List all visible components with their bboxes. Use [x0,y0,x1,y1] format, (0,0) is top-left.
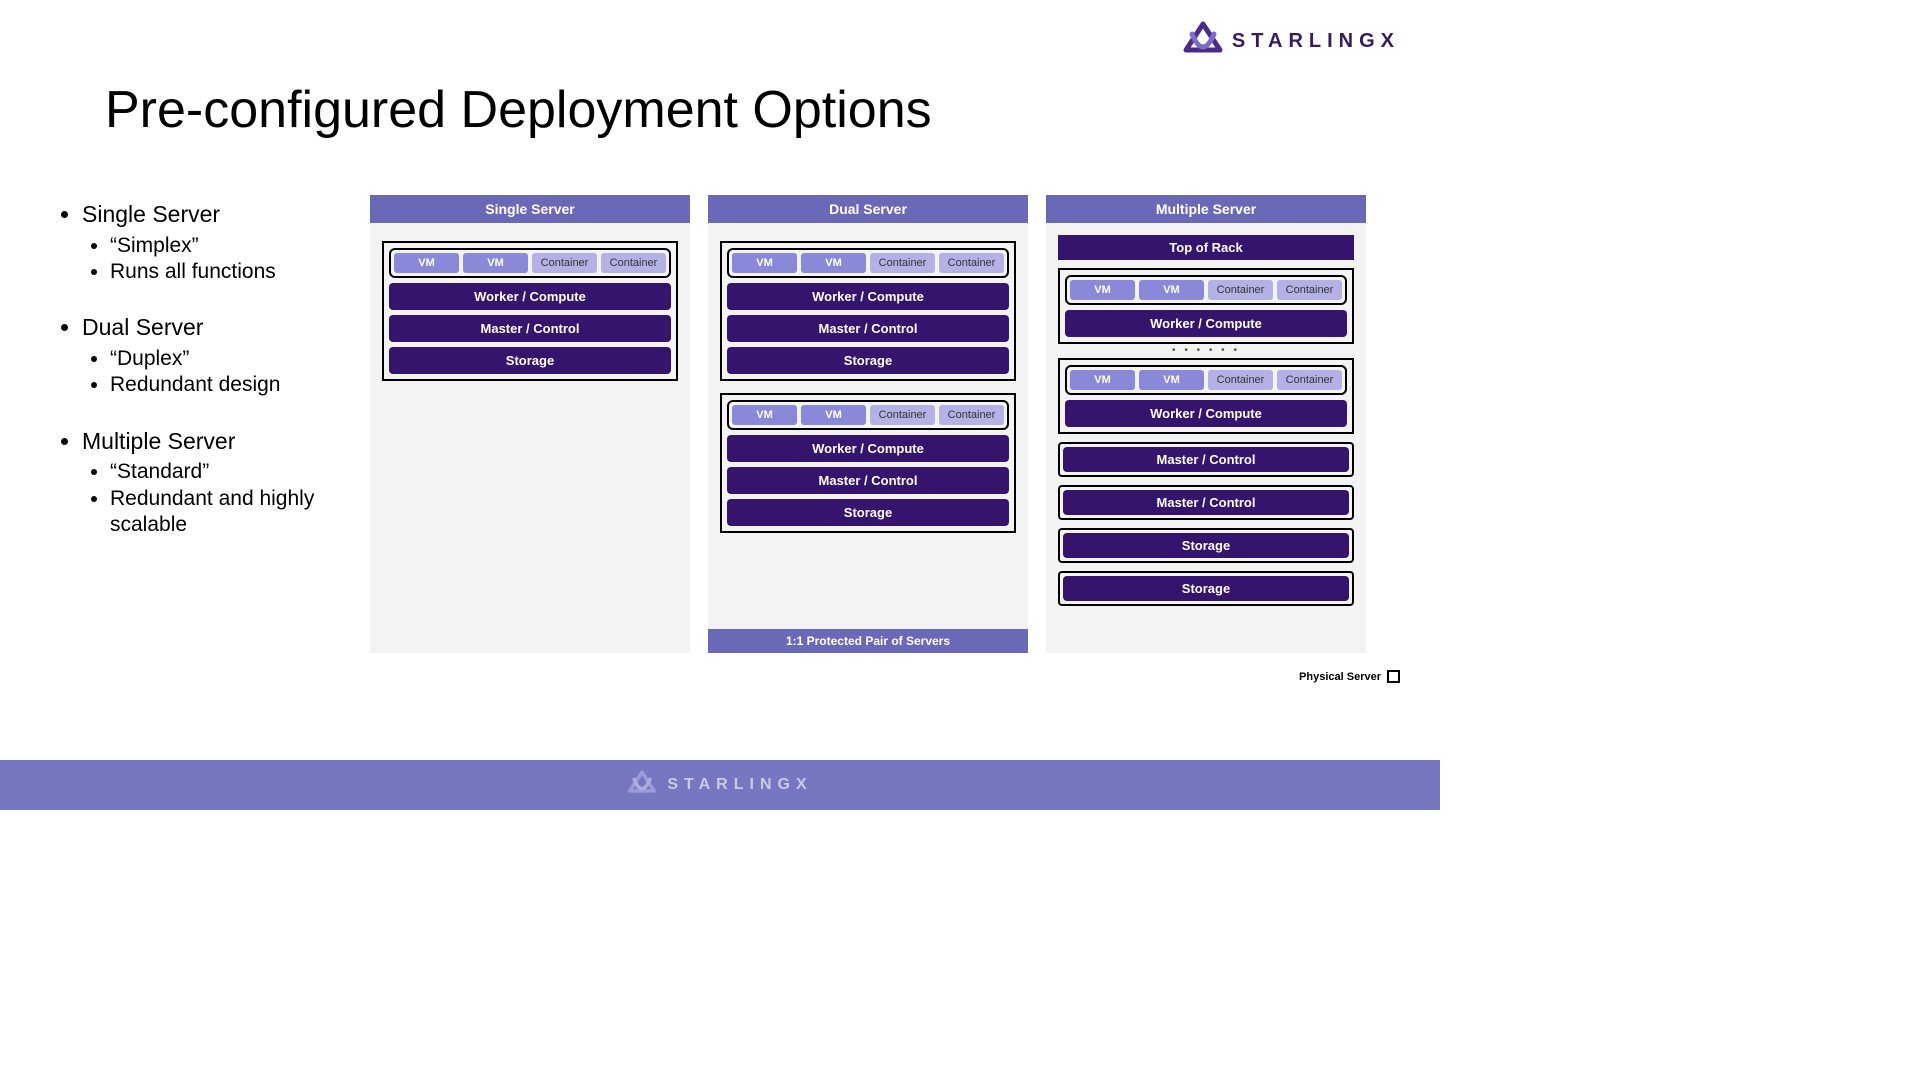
bar-master: Master / Control [727,467,1009,494]
server-box: VM VM Container Container Worker / Compu… [382,241,678,381]
options-list: Single Server “Simplex” Runs all functio… [62,200,342,566]
bar-storage: Storage [727,347,1009,374]
col-dual-server: Dual Server VM VM Container Container Wo… [708,195,1028,653]
server-box: VM VM Container Container Worker / Compu… [720,241,1016,381]
bar-storage: Storage [1063,533,1349,558]
workload-vm: VM [394,253,459,273]
workload-row: VM VM Container Container [727,248,1009,278]
workload-container: Container [1208,280,1273,300]
col-header-single: Single Server [370,195,690,223]
workload-row: VM VM Container Container [727,400,1009,430]
bullet-multi: Multiple Server “Standard” Redundant and… [82,427,342,539]
workload-vm: VM [1070,280,1135,300]
bar-master: Master / Control [727,315,1009,342]
workload-container: Container [870,253,935,273]
workload-row: VM VM Container Container [389,248,671,278]
col-multiple-server: Multiple Server Top of Rack VM VM Contai… [1046,195,1366,653]
footer-brand-text: STARLINGX [667,776,812,794]
page-title: Pre-configured Deployment Options [105,80,932,140]
workload-container: Container [939,253,1004,273]
server-box: Storage [1058,571,1354,606]
bar-worker: Worker / Compute [1065,310,1347,337]
server-box: Master / Control [1058,442,1354,477]
col-header-dual: Dual Server [708,195,1028,223]
workload-vm: VM [1139,370,1204,390]
brand-logo-top: STARLINGX [1182,20,1400,63]
workload-vm: VM [732,405,797,425]
server-box: VM VM Container Container Worker / Compu… [1058,358,1354,434]
workload-container: Container [939,405,1004,425]
starlingx-icon [627,769,657,802]
brand-text: STARLINGX [1232,30,1400,53]
legend: Physical Server [1299,670,1400,683]
physical-server-icon [1387,670,1400,683]
workload-container: Container [1277,280,1342,300]
workload-vm: VM [732,253,797,273]
server-box: Master / Control [1058,485,1354,520]
workload-vm: VM [463,253,528,273]
workload-container: Container [601,253,666,273]
bullet-single: Single Server “Simplex” Runs all functio… [82,200,342,285]
top-of-rack-label: Top of Rack [1058,235,1354,260]
server-box: VM VM Container Container Worker / Compu… [720,393,1016,533]
starlingx-icon [1182,20,1224,63]
col-header-multi: Multiple Server [1046,195,1366,223]
bar-worker: Worker / Compute [389,283,671,310]
server-box: Storage [1058,528,1354,563]
bar-master: Master / Control [389,315,671,342]
workload-vm: VM [1070,370,1135,390]
workload-vm: VM [1139,280,1204,300]
workload-vm: VM [801,253,866,273]
bar-worker: Worker / Compute [1065,400,1347,427]
bar-worker: Worker / Compute [727,283,1009,310]
workload-row: VM VM Container Container [1065,365,1347,395]
server-box: VM VM Container Container Worker / Compu… [1058,268,1354,344]
footer-band: STARLINGX [0,760,1440,810]
workload-container: Container [532,253,597,273]
bar-storage: Storage [1063,576,1349,601]
col-footer-dual: 1:1 Protected Pair of Servers [708,629,1028,653]
diagram-row: Single Server VM VM Container Container … [370,195,1366,653]
col-single-server: Single Server VM VM Container Container … [370,195,690,653]
bar-worker: Worker / Compute [727,435,1009,462]
bar-storage: Storage [389,347,671,374]
workload-vm: VM [801,405,866,425]
ellipsis-icon: • • • • • • [1058,348,1354,354]
bullet-dual: Dual Server “Duplex” Redundant design [82,313,342,398]
bar-master: Master / Control [1063,447,1349,472]
bar-storage: Storage [727,499,1009,526]
workload-container: Container [1277,370,1342,390]
workload-row: VM VM Container Container [1065,275,1347,305]
bar-master: Master / Control [1063,490,1349,515]
workload-container: Container [870,405,935,425]
legend-label: Physical Server [1299,671,1381,683]
workload-container: Container [1208,370,1273,390]
